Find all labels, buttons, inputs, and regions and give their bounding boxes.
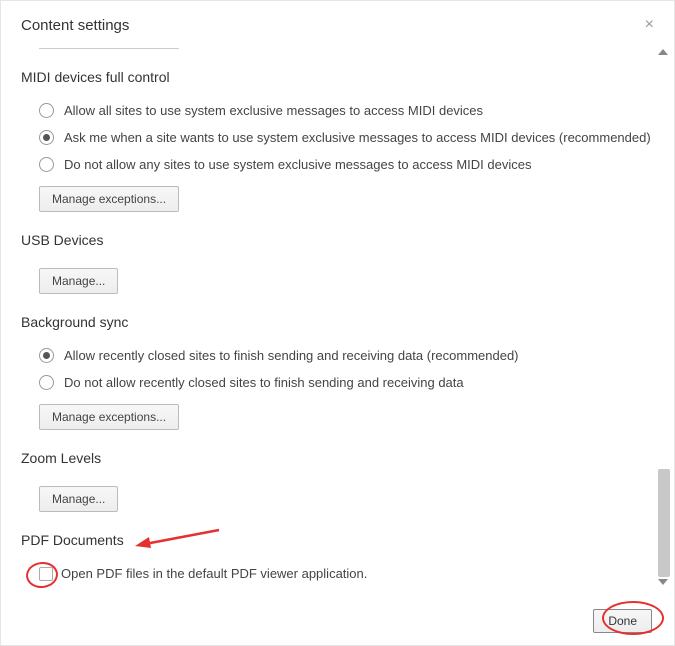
radio-icon[interactable] (39, 130, 54, 145)
pdf-title: PDF Documents (21, 532, 654, 548)
usb-manage-button[interactable]: Manage... (39, 268, 118, 294)
radio-icon[interactable] (39, 103, 54, 118)
radio-label: Do not allow any sites to use system exc… (64, 157, 531, 172)
radio-label: Do not allow recently closed sites to fi… (64, 375, 464, 390)
midi-option-ask[interactable]: Ask me when a site wants to use system e… (21, 124, 654, 151)
midi-manage-exceptions-button[interactable]: Manage exceptions... (39, 186, 179, 212)
bgsync-option-allow[interactable]: Allow recently closed sites to finish se… (21, 342, 654, 369)
checkbox-label: Open PDF files in the default PDF viewer… (61, 566, 367, 581)
radio-icon[interactable] (39, 157, 54, 172)
dialog-footer: Done (1, 597, 674, 645)
bgsync-manage-exceptions-button[interactable]: Manage exceptions... (39, 404, 179, 430)
radio-icon[interactable] (39, 375, 54, 390)
radio-icon[interactable] (39, 348, 54, 363)
dialog-header: Content settings × (1, 1, 674, 42)
zoom-title: Zoom Levels (21, 450, 654, 466)
section-zoom: Zoom Levels Manage... (21, 450, 654, 512)
radio-label: Allow all sites to use system exclusive … (64, 103, 483, 118)
content-scroll-area[interactable]: MIDI devices full control Allow all site… (1, 49, 674, 589)
zoom-manage-button[interactable]: Manage... (39, 486, 118, 512)
usb-title: USB Devices (21, 232, 654, 248)
radio-label: Allow recently closed sites to finish se… (64, 348, 519, 363)
section-midi: MIDI devices full control Allow all site… (21, 69, 654, 212)
scroll-down-icon[interactable] (658, 579, 668, 585)
midi-option-deny[interactable]: Do not allow any sites to use system exc… (21, 151, 654, 178)
dialog-title: Content settings (21, 17, 129, 34)
scroll-thumb[interactable] (658, 469, 670, 577)
bgsync-title: Background sync (21, 314, 654, 330)
close-icon[interactable]: × (645, 17, 654, 33)
done-button[interactable]: Done (593, 609, 652, 633)
midi-option-allow-all[interactable]: Allow all sites to use system exclusive … (21, 97, 654, 124)
section-background-sync: Background sync Allow recently closed si… (21, 314, 654, 430)
radio-label: Ask me when a site wants to use system e… (64, 130, 651, 145)
checkbox-icon[interactable] (39, 567, 53, 581)
section-usb: USB Devices Manage... (21, 232, 654, 294)
bgsync-option-deny[interactable]: Do not allow recently closed sites to fi… (21, 369, 654, 396)
midi-title: MIDI devices full control (21, 69, 654, 85)
scroll-up-icon[interactable] (658, 49, 668, 55)
pdf-checkbox-row[interactable]: Open PDF files in the default PDF viewer… (21, 560, 654, 587)
content-settings-dialog: Content settings × MIDI devices full con… (0, 0, 675, 646)
section-pdf: PDF Documents Open PDF files in the defa… (21, 532, 654, 587)
